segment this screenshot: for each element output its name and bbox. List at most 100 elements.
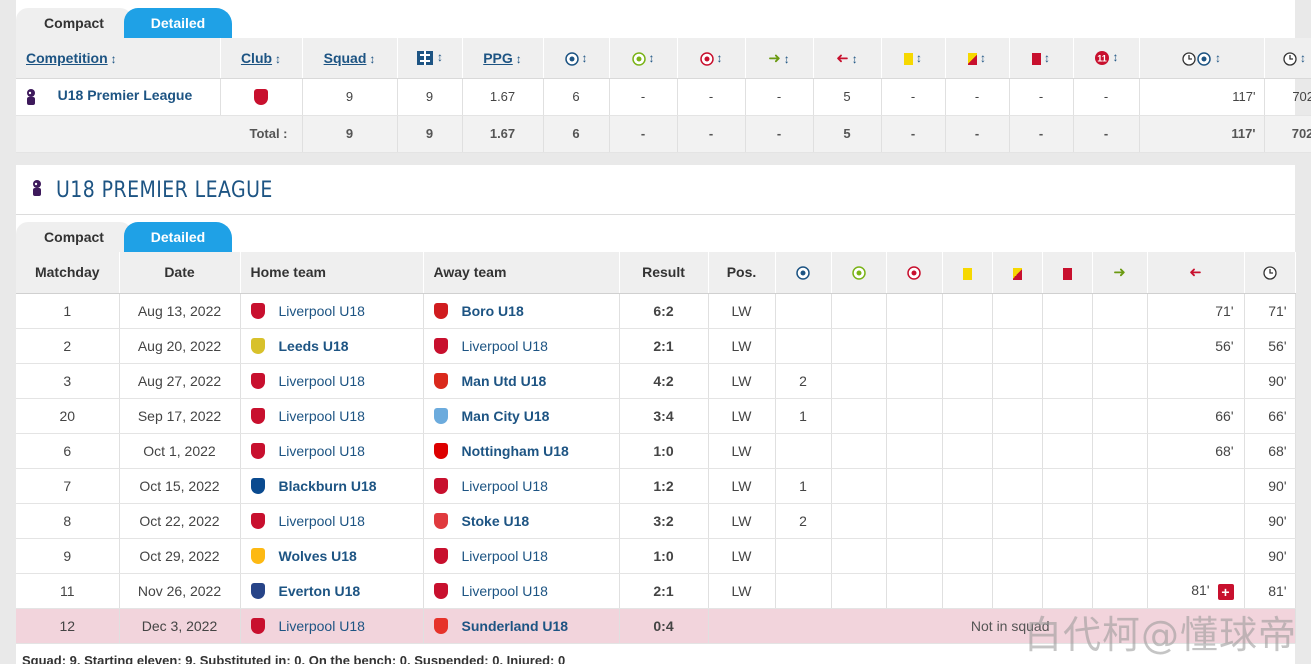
home-crest-icon[interactable] xyxy=(250,477,265,494)
red-card-header[interactable]: ↕ xyxy=(1009,38,1074,79)
away-crest-icon[interactable] xyxy=(433,372,448,389)
home-team-link[interactable]: Liverpool U18 xyxy=(279,618,365,634)
home-team-link[interactable]: Liverpool U18 xyxy=(279,513,365,529)
home-team-cell[interactable]: Leeds U18 xyxy=(240,328,424,364)
tab-compact[interactable]: Compact xyxy=(16,222,132,252)
result-link[interactable]: 4:2 xyxy=(619,363,709,399)
tab-detailed[interactable]: Detailed xyxy=(124,222,232,252)
yellow-card-header[interactable]: ↕ xyxy=(881,38,946,79)
matchday-cell[interactable]: 2 xyxy=(16,328,120,364)
away-team-cell[interactable]: Liverpool U18 xyxy=(423,328,620,364)
matchday-cell[interactable]: 3 xyxy=(16,363,120,399)
away-team-link[interactable]: Nottingham U18 xyxy=(462,443,569,459)
away-team-link[interactable]: Sunderland U18 xyxy=(462,618,569,634)
ppg-sort-link[interactable]: PPG xyxy=(483,50,513,66)
matchday-cell[interactable]: 1 xyxy=(16,293,120,329)
minutes-per-goal-header[interactable]: ↕ xyxy=(1139,38,1265,79)
away-team-cell[interactable]: Man City U18 xyxy=(423,398,620,434)
away-crest-icon[interactable] xyxy=(433,512,448,529)
minutes-header[interactable]: ↕ xyxy=(1264,38,1311,79)
away-team-cell[interactable]: Liverpool U18 xyxy=(423,538,620,574)
matchday-cell[interactable]: 9 xyxy=(16,538,120,574)
home-crest-icon[interactable] xyxy=(250,302,265,319)
home-team-cell[interactable]: Liverpool U18 xyxy=(240,608,424,644)
competition-cell[interactable]: U18 Premier League xyxy=(16,78,221,116)
home-team-link[interactable]: Liverpool U18 xyxy=(279,303,365,319)
liverpool-crest-icon[interactable] xyxy=(254,88,268,105)
home-team-link[interactable]: Everton U18 xyxy=(279,583,361,599)
sort-icon[interactable]: ↕ xyxy=(1215,51,1221,65)
sort-icon[interactable]: ↕ xyxy=(784,52,790,66)
matchday-cell[interactable]: 7 xyxy=(16,468,120,504)
home-crest-icon[interactable] xyxy=(250,547,265,564)
own-goals-header[interactable]: ↕ xyxy=(677,38,746,79)
competition-link[interactable]: U18 Premier League xyxy=(58,87,193,103)
home-crest-icon[interactable] xyxy=(250,337,265,354)
away-team-link[interactable]: Liverpool U18 xyxy=(462,338,548,354)
home-team-cell[interactable]: Everton U18 xyxy=(240,573,424,609)
sort-icon[interactable]: ↕ xyxy=(980,51,986,65)
club-cell[interactable] xyxy=(220,78,303,116)
competition-header[interactable]: Competition ↕ xyxy=(16,38,221,79)
result-link[interactable]: 2:1 xyxy=(619,328,709,364)
subbed-off-header[interactable]: ➜ ↕ xyxy=(813,38,882,79)
home-team-cell[interactable]: Liverpool U18 xyxy=(240,433,424,469)
home-team-link[interactable]: Wolves U18 xyxy=(279,548,357,564)
away-team-link[interactable]: Liverpool U18 xyxy=(462,478,548,494)
result-link[interactable]: 3:4 xyxy=(619,398,709,434)
result-link[interactable]: 1:0 xyxy=(619,538,709,574)
assists-header[interactable]: ↕ xyxy=(609,38,678,79)
home-team-cell[interactable]: Liverpool U18 xyxy=(240,293,424,329)
penalty-goals-header[interactable]: 11 ↕ xyxy=(1073,38,1140,79)
sort-icon[interactable]: ↕ xyxy=(111,52,117,66)
home-team-cell[interactable]: Wolves U18 xyxy=(240,538,424,574)
home-team-link[interactable]: Liverpool U18 xyxy=(279,443,365,459)
away-crest-icon[interactable] xyxy=(433,582,448,599)
sort-icon[interactable]: ↕ xyxy=(1300,51,1306,65)
matchday-cell[interactable]: 8 xyxy=(16,503,120,539)
home-crest-icon[interactable] xyxy=(250,582,265,599)
away-crest-icon[interactable] xyxy=(433,407,448,424)
sort-icon[interactable]: ↕ xyxy=(437,50,443,64)
away-team-cell[interactable]: Boro U18 xyxy=(423,293,620,329)
sort-icon[interactable]: ↕ xyxy=(275,52,281,66)
away-team-link[interactable]: Liverpool U18 xyxy=(462,548,548,564)
home-crest-icon[interactable] xyxy=(250,442,265,459)
away-team-link[interactable]: Stoke U18 xyxy=(462,513,530,529)
home-crest-icon[interactable] xyxy=(250,512,265,529)
away-crest-icon[interactable] xyxy=(433,477,448,494)
sort-icon[interactable]: ↕ xyxy=(1113,50,1119,64)
sort-icon[interactable]: ↕ xyxy=(717,51,723,65)
away-team-cell[interactable]: Liverpool U18 xyxy=(423,468,620,504)
away-team-cell[interactable]: Sunderland U18 xyxy=(423,608,620,644)
away-team-link[interactable]: Man Utd U18 xyxy=(462,373,547,389)
home-team-link[interactable]: Blackburn U18 xyxy=(279,478,377,494)
result-link[interactable]: 6:2 xyxy=(619,293,709,329)
appearances-value[interactable]: 9 xyxy=(397,78,463,116)
subbed-on-header[interactable]: ➜ ↕ xyxy=(745,38,814,79)
liverpool-crest-icon[interactable] xyxy=(250,617,265,634)
away-team-link[interactable]: Liverpool U18 xyxy=(462,583,548,599)
matchday-cell[interactable]: 11 xyxy=(16,573,120,609)
result-link[interactable]: 2:1 xyxy=(619,573,709,609)
sort-icon[interactable]: ↕ xyxy=(582,51,588,65)
goals-header[interactable]: ↕ xyxy=(543,38,610,79)
matchday-cell[interactable]: 20 xyxy=(16,398,120,434)
away-team-cell[interactable]: Nottingham U18 xyxy=(423,433,620,469)
away-crest-icon[interactable] xyxy=(433,442,448,459)
ppg-header[interactable]: PPG ↕ xyxy=(462,38,544,79)
sort-icon[interactable]: ↕ xyxy=(852,52,858,66)
away-team-link[interactable]: Man City U18 xyxy=(462,408,550,424)
result-link[interactable]: 3:2 xyxy=(619,503,709,539)
squad-sort-link[interactable]: Squad xyxy=(324,50,367,66)
home-crest-icon[interactable] xyxy=(250,407,265,424)
away-crest-icon[interactable] xyxy=(433,337,448,354)
home-team-link[interactable]: Liverpool U18 xyxy=(279,373,365,389)
home-team-cell[interactable]: Liverpool U18 xyxy=(240,398,424,434)
home-team-cell[interactable]: Liverpool U18 xyxy=(240,503,424,539)
home-team-link[interactable]: Leeds U18 xyxy=(279,338,349,354)
home-team-cell[interactable]: Blackburn U18 xyxy=(240,468,424,504)
sort-icon[interactable]: ↕ xyxy=(649,51,655,65)
sort-icon[interactable]: ↕ xyxy=(1044,51,1050,65)
home-team-cell[interactable]: Liverpool U18 xyxy=(240,363,424,399)
